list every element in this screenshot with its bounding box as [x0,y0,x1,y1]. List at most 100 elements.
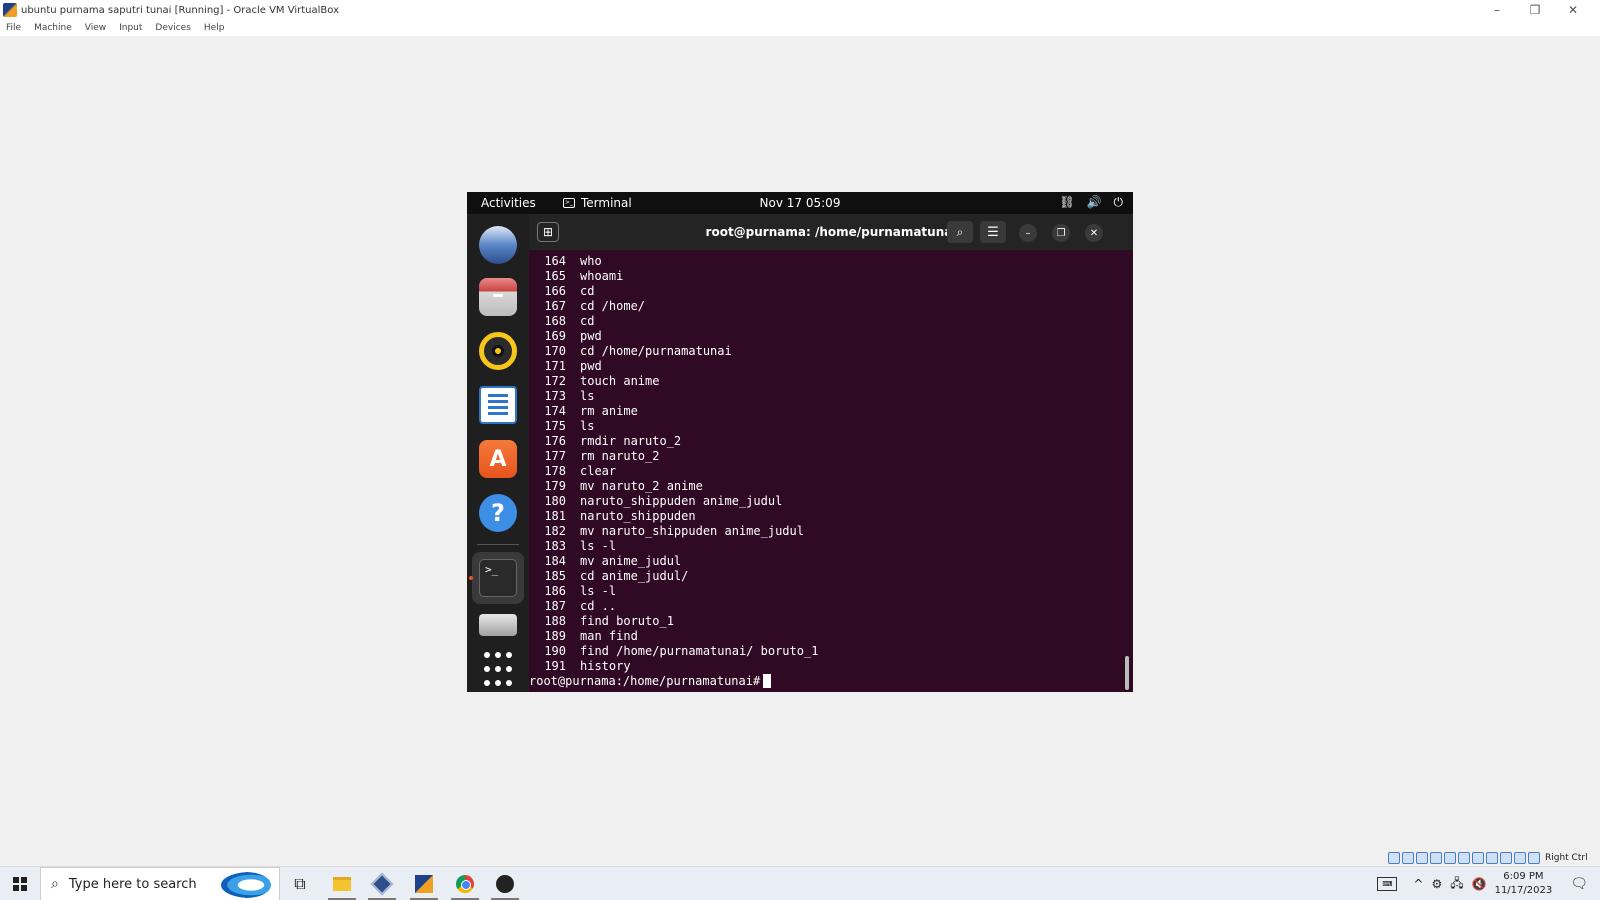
dock-separator [477,544,519,545]
history-number: 176 [544,434,566,448]
libreoffice-writer-icon[interactable] [479,386,517,424]
window-title: ubuntu purnama saputri tunai [Running] -… [21,4,340,16]
search-icon: ⌕ [956,224,964,239]
terminal-maximize-button[interactable]: ❐ [1052,224,1070,242]
terminal-dock-icon[interactable]: >_ [479,559,517,597]
ubuntu-software-icon[interactable]: A [479,440,517,478]
terminal-close-button[interactable]: ✕ [1085,224,1103,242]
optical-drive-icon[interactable] [1402,852,1414,864]
history-number: 189 [544,629,566,643]
folder-icon [333,877,351,891]
app-button[interactable] [485,867,525,900]
thunderbird-icon[interactable] [479,226,517,264]
task-view-button[interactable]: ⧉ [280,867,320,900]
keyboard-capture-icon[interactable] [1528,852,1540,864]
files-icon[interactable] [479,278,517,316]
clock-time: 6:09 PM [1503,871,1544,882]
history-number: 190 [544,644,566,658]
chevron-up-icon[interactable]: ^ [1413,877,1423,891]
task-view-icon: ⧉ [294,874,306,893]
audio-icon[interactable] [1416,852,1428,864]
history-command: man find [580,629,638,643]
display-icon[interactable] [1472,852,1484,864]
history-number: 171 [544,359,566,373]
hamburger-icon: ☰ [987,224,999,240]
history-line: 190 find /home/purnamatunai/ boruto_1 [529,644,1133,659]
windows-taskbar: ⌕ Type here to search ⧉ ⌨ ^ ⚙ 🖧 🔇 6:09 P… [0,866,1600,900]
history-line: 182 mv naruto_shippuden anime_judul [529,524,1133,539]
menu-view[interactable]: View [85,23,106,33]
cpu-icon[interactable] [1500,852,1512,864]
disk-icon[interactable] [479,614,517,636]
history-command: naruto_shippuden [580,509,696,523]
history-number: 180 [544,494,566,508]
menu-machine[interactable]: Machine [34,23,72,33]
terminal-search-button[interactable]: ⌕ [947,221,973,243]
terminal-menu-button[interactable]: ☰ [980,221,1006,243]
menu-devices[interactable]: Devices [155,23,190,33]
minimize-button[interactable]: – [1478,0,1516,20]
shared-folders-icon[interactable] [1458,852,1470,864]
history-line: 188 find boruto_1 [529,614,1133,629]
terminal-scrollbar[interactable] [1125,656,1129,690]
start-button[interactable] [0,867,40,900]
close-button[interactable]: ✕ [1554,0,1592,20]
vbox-titlebar: ubuntu purnama saputri tunai [Running] -… [0,0,1600,20]
system-tray[interactable]: ⛓ 🔊 ⏻ [1059,195,1123,210]
history-line: 178 clear [529,464,1133,479]
restore-button[interactable]: ❐ [1516,0,1554,20]
hard-disk-icon[interactable] [1388,852,1400,864]
taskbar-clock[interactable]: 6:09 PM 11/17/2023 [1495,870,1553,898]
rhythmbox-icon[interactable] [479,332,517,370]
history-command: touch anime [580,374,660,388]
history-line: 170 cd /home/purnamatunai [529,344,1133,359]
touch-keyboard-icon[interactable]: ⌨ [1377,877,1398,891]
file-explorer-button[interactable] [322,867,362,900]
history-line: 172 touch anime [529,374,1133,389]
menu-help[interactable]: Help [204,23,225,33]
menu-input[interactable]: Input [119,23,142,33]
clock[interactable]: Nov 17 05:09 [467,196,1133,210]
history-line: 171 pwd [529,359,1133,374]
history-number: 166 [544,284,566,298]
usb-icon[interactable] [1444,852,1456,864]
show-apps-icon[interactable] [479,650,517,688]
vm-screen[interactable]: Activities >_ Terminal Nov 17 05:09 ⛓ 🔊 … [467,192,1133,692]
help-icon[interactable]: ? [479,494,517,532]
history-command: cd [580,314,595,328]
history-number: 167 [544,299,566,313]
history-number: 182 [544,524,566,538]
history-command: whoami [580,269,624,283]
network-icon: ⛓ [1059,195,1075,209]
tray-app-icon[interactable]: ⚙ [1431,877,1442,891]
history-line: 174 rm anime [529,404,1133,419]
terminal-minimize-button[interactable]: – [1019,224,1037,242]
history-line: 168 cd [529,314,1133,329]
window-controls: – ❐ ✕ [1478,0,1592,20]
history-command: rm naruto_2 [580,449,660,463]
terminal-output[interactable]: 164 who 165 whoami 166 cd 167 cd /home/168 cd 169… [529,250,1133,692]
volume-muted-icon[interactable]: 🔇 [1472,877,1487,891]
vm-window-button[interactable] [404,867,444,900]
recording-icon[interactable] [1486,852,1498,864]
notification-icon[interactable]: 🗨 [1570,876,1588,892]
menu-file[interactable]: File [6,23,21,33]
prompt-line[interactable]: root@purnama:/home/purnamatunai# [529,674,1133,689]
history-command: history [580,659,631,673]
mouse-integration-icon[interactable] [1514,852,1526,864]
history-command: rmdir naruto_2 [580,434,682,448]
chrome-icon [456,875,474,893]
network-status-icon[interactable] [1430,852,1442,864]
chrome-button[interactable] [445,867,485,900]
history-command: ls -l [580,584,617,598]
history-line: 191 history [529,659,1133,674]
history-command: ls -l [580,539,617,553]
vbox-menubar: File Machine View Input Devices Help [0,20,1600,36]
network-icon[interactable]: 🖧 [1450,874,1463,895]
history-number: 164 [544,254,566,268]
history-number: 175 [544,419,566,433]
power-icon: ⏻ [1113,195,1124,209]
history-line: 164 who [529,254,1133,269]
virtualbox-manager-button[interactable] [362,867,402,900]
taskbar-search-box[interactable]: ⌕ Type here to search [40,867,280,900]
